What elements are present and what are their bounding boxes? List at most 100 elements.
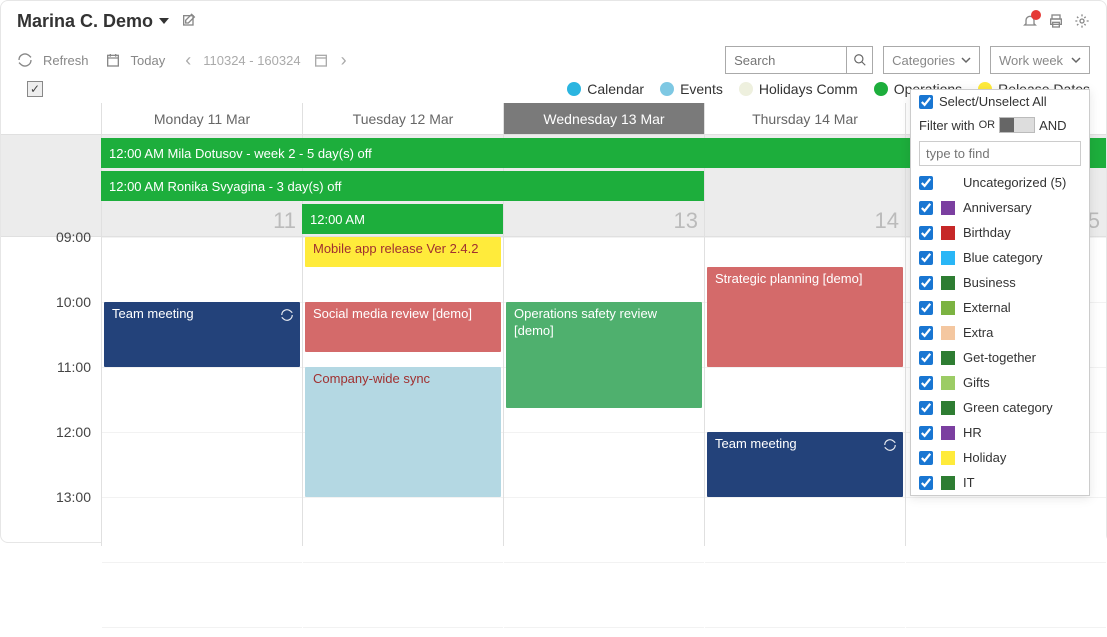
- day-header[interactable]: Tuesday 12 Mar: [303, 103, 503, 135]
- filter-category-item[interactable]: Extra: [911, 320, 1089, 345]
- filter-category-item[interactable]: IT: [911, 470, 1089, 495]
- legend-dot: [660, 82, 674, 96]
- category-checkbox[interactable]: [919, 176, 933, 190]
- category-label: Green category: [963, 400, 1053, 415]
- allday-event[interactable]: 12:00 AM Ronika Svyagina - 3 day(s) off: [101, 171, 704, 201]
- filter-category-item[interactable]: Get-together: [911, 345, 1089, 370]
- category-swatch: [941, 176, 955, 190]
- calendar-event[interactable]: Operations safety review [demo]: [506, 302, 702, 408]
- calendar-event[interactable]: Team meeting: [707, 432, 903, 497]
- day-number: 14: [875, 208, 899, 234]
- category-label: Anniversary: [963, 200, 1032, 215]
- category-checkbox[interactable]: [919, 401, 933, 415]
- event-title: Mobile app release Ver 2.4.2: [313, 241, 493, 258]
- categories-dropdown[interactable]: Categories: [883, 46, 980, 74]
- day-header[interactable]: Thursday 14 Mar: [705, 103, 905, 135]
- category-checkbox[interactable]: [919, 426, 933, 440]
- event-title: Social media review [demo]: [313, 306, 493, 323]
- filter-category-item[interactable]: Birthday: [911, 220, 1089, 245]
- recurring-icon: [280, 308, 294, 325]
- filter-category-item[interactable]: Uncategorized (5): [911, 170, 1089, 195]
- next-button[interactable]: ›: [341, 50, 347, 71]
- category-checkbox[interactable]: [919, 476, 933, 490]
- categories-filter-panel: Select/Unselect All Filter with OR AND U…: [910, 89, 1090, 496]
- category-label: Get-together: [963, 350, 1036, 365]
- day-body[interactable]: Mobile app release Ver 2.4.2 Social media…: [303, 237, 503, 637]
- allday-event[interactable]: 12:00 AM: [302, 204, 503, 234]
- day-body[interactable]: Operations safety review [demo]: [504, 237, 704, 637]
- filter-category-item[interactable]: Blue category: [911, 245, 1089, 270]
- category-swatch: [941, 251, 955, 265]
- category-checkbox[interactable]: [919, 226, 933, 240]
- filter-with-label: Filter with: [919, 118, 975, 133]
- legend-item[interactable]: Calendar: [567, 81, 644, 97]
- day-column: Wednesday 13 Mar 13 Operations safety revi…: [503, 103, 704, 546]
- filter-category-item[interactable]: HR: [911, 420, 1089, 445]
- filter-category-item[interactable]: Holiday: [911, 445, 1089, 470]
- category-label: Business: [963, 275, 1016, 290]
- day-column: Thursday 14 Mar 14 Strategic planning [dem…: [704, 103, 905, 546]
- refresh-button[interactable]: Refresh: [43, 53, 89, 68]
- category-swatch: [941, 376, 955, 390]
- title-dropdown-icon[interactable]: [159, 18, 169, 24]
- calendar-event[interactable]: Strategic planning [demo]: [707, 267, 903, 367]
- calendar-event[interactable]: Social media review [demo]: [305, 302, 501, 352]
- day-header[interactable]: Wednesday 13 Mar: [504, 103, 704, 135]
- calendar-event[interactable]: Mobile app release Ver 2.4.2: [305, 237, 501, 267]
- filter-find-input[interactable]: [919, 141, 1081, 166]
- legend-item[interactable]: Holidays Comm: [739, 81, 858, 97]
- search-input[interactable]: [726, 47, 846, 73]
- category-checkbox[interactable]: [919, 201, 933, 215]
- date-picker-icon[interactable]: [313, 52, 329, 68]
- edit-icon[interactable]: [181, 13, 197, 29]
- day-body[interactable]: Team meeting: [102, 237, 302, 637]
- select-unselect-all-checkbox[interactable]: [919, 95, 933, 109]
- legend-label: Calendar: [587, 81, 644, 97]
- category-swatch: [941, 301, 955, 315]
- search-button[interactable]: [846, 47, 872, 73]
- select-all-label: Select/Unselect All: [939, 94, 1047, 109]
- legend-dot: [567, 82, 581, 96]
- refresh-icon[interactable]: [17, 52, 33, 68]
- category-checkbox[interactable]: [919, 376, 933, 390]
- category-checkbox[interactable]: [919, 451, 933, 465]
- day-body[interactable]: Strategic planning [demo] Team meeting: [705, 237, 905, 637]
- day-number: 11: [273, 208, 296, 234]
- filter-category-item[interactable]: Green category: [911, 395, 1089, 420]
- filter-category-item[interactable]: Business: [911, 270, 1089, 295]
- filter-category-item[interactable]: External: [911, 295, 1089, 320]
- category-label: Extra: [963, 325, 993, 340]
- calendar-event[interactable]: Company-wide sync: [305, 367, 501, 497]
- category-swatch: [941, 476, 955, 490]
- select-all-checkbox[interactable]: ✓: [27, 81, 43, 97]
- event-title: Strategic planning [demo]: [715, 271, 895, 288]
- event-title: Company-wide sync: [313, 371, 493, 388]
- legend-item[interactable]: Events: [660, 81, 723, 97]
- time-label: 13:00: [56, 489, 91, 505]
- filter-category-item[interactable]: Gifts: [911, 370, 1089, 395]
- category-swatch: [941, 201, 955, 215]
- time-label: 10:00: [56, 294, 91, 310]
- view-dropdown[interactable]: Work week: [990, 46, 1090, 74]
- calendar-event[interactable]: Team meeting: [104, 302, 300, 367]
- category-swatch: [941, 326, 955, 340]
- category-checkbox[interactable]: [919, 351, 933, 365]
- print-icon[interactable]: [1048, 13, 1064, 29]
- today-button[interactable]: Today: [131, 53, 166, 68]
- search-box[interactable]: [725, 46, 873, 74]
- day-number: 13: [674, 208, 698, 234]
- today-icon[interactable]: [105, 52, 121, 68]
- category-checkbox[interactable]: [919, 276, 933, 290]
- category-checkbox[interactable]: [919, 326, 933, 340]
- event-title: Operations safety review [demo]: [514, 306, 694, 340]
- day-header[interactable]: Monday 11 Mar: [102, 103, 302, 135]
- date-range: 110324 - 160324: [203, 53, 300, 68]
- prev-button[interactable]: ‹: [185, 50, 191, 71]
- settings-icon[interactable]: [1074, 13, 1090, 29]
- category-checkbox[interactable]: [919, 251, 933, 265]
- filter-category-item[interactable]: Anniversary: [911, 195, 1089, 220]
- category-checkbox[interactable]: [919, 301, 933, 315]
- and-label: AND: [1039, 118, 1066, 133]
- notifications-icon[interactable]: [1022, 13, 1038, 29]
- and-or-toggle[interactable]: [999, 117, 1035, 133]
